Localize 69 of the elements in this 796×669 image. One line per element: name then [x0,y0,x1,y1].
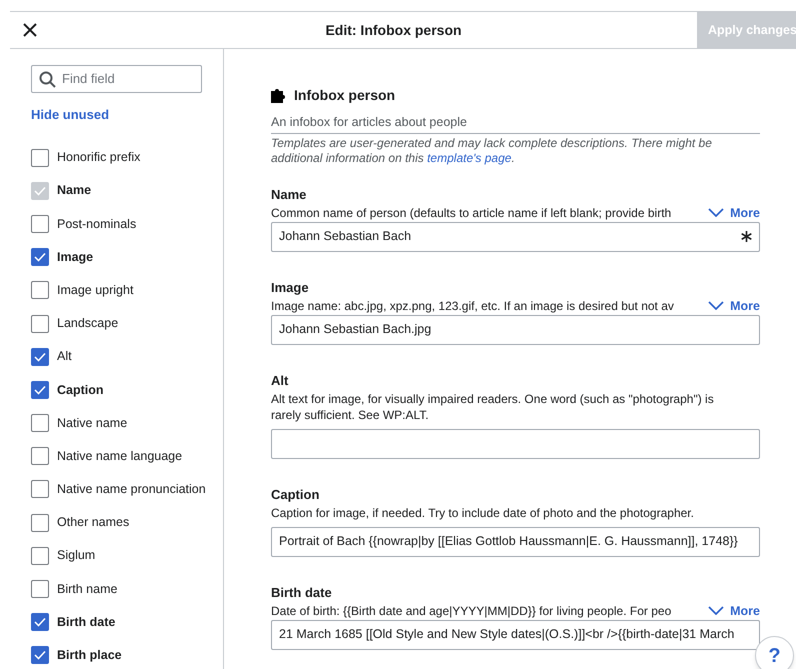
field-label[interactable]: Other names [57,513,130,532]
field-label[interactable]: Native name language [57,446,182,466]
template-page-link[interactable]: template's page [427,150,512,165]
checkbox[interactable] [31,514,49,532]
chevron-down-icon [708,208,724,218]
checkbox[interactable] [31,480,49,498]
checkbox[interactable] [31,380,49,399]
template-description: An infobox for articles about people [271,113,760,134]
param-label: Image [271,280,310,296]
field-label[interactable]: Post-nominals [57,214,136,234]
checkbox[interactable] [31,580,49,598]
checkmark-icon [34,650,46,660]
param-textarea[interactable]: 21 March 1685 [[Old Style and New Style dates|(O.S.)]]<br />{{birth-date|31 March [271,620,760,650]
help-button[interactable]: ? [755,636,794,669]
field-label[interactable]: Birth date [57,612,116,632]
param-description: Caption for image, if needed. Try to include date of photo and the photographer. [271,504,695,521]
chevron-down-icon [708,301,724,310]
field-label[interactable]: Native name [57,414,128,432]
find-field-text[interactable]: Find field [62,69,192,89]
field-label[interactable]: Alt [57,347,72,366]
field-label[interactable]: Honorific prefix [57,148,140,167]
param-label: Caption [271,486,320,503]
dialog-title: Edit: Infobox person [325,20,462,40]
param-description: Date of birth: {{Birth date and age|YYYY|MM|DD}} for living people. For peo [271,602,672,619]
checkbox[interactable] [31,348,49,366]
checkmark-icon [34,252,46,262]
checkmark-icon [34,384,46,395]
more-toggle[interactable]: More [700,602,760,619]
param-textarea[interactable]: Portrait of Bach {{nowrap|by [[Elias Gottlob Haussmann|E. G. Haussmann]], 1748}} [271,526,760,557]
field-label[interactable]: Image upright [57,280,134,300]
param-label: Birth date [271,584,333,601]
field-label[interactable]: Native name pronunciation [57,480,206,499]
field-label[interactable]: Caption [57,380,104,400]
field-label[interactable]: Siglum [57,546,96,566]
checkbox[interactable] [31,248,49,266]
chevron-down-icon [708,606,724,616]
param-input[interactable]: Johann Sebastian Bach [271,222,760,252]
param-description: Alt text for image, for visually impaired readers. One word (such as "photograph") is rarely sufficient. See WP:ALT. [271,390,715,423]
checkbox[interactable] [31,414,49,432]
find-field-input[interactable]: Find field [31,65,202,93]
checkmark-icon [34,186,46,196]
checkbox[interactable] [31,281,49,300]
checkmark-icon [34,352,46,362]
param-description: Image name: abc.jpg, xpz.png, 123.gif, etc. If an image is desired but not av [271,298,675,314]
more-toggle[interactable]: More [700,298,760,314]
field-label[interactable]: Image [57,248,94,267]
field-label[interactable]: Birth place [57,646,122,665]
puzzle-piece-icon [271,88,288,102]
hide-unused-link[interactable]: Hide unused [31,107,110,122]
checkmark-icon [34,617,46,628]
checkbox[interactable] [31,646,49,664]
field-label[interactable]: Birth name [57,580,118,598]
checkbox[interactable] [31,148,49,167]
param-label: Name [271,186,308,203]
close-icon [23,23,37,37]
param-description: Common name of person (defaults to article name if left blank; provide birth [271,204,672,221]
template-name: Infobox person [294,86,396,105]
checkbox[interactable] [31,546,49,565]
template-note: Templates are user-generated and may lack complete descriptions. There might be additional information on this template's page. [271,136,713,166]
more-toggle[interactable]: More [700,204,760,221]
checkbox[interactable] [31,314,49,333]
param-label: Alt [271,372,290,389]
checkbox[interactable] [31,613,49,632]
param-input[interactable]: Johann Sebastian Bach.jpg [271,314,760,345]
field-label[interactable]: Landscape [57,314,118,333]
param-input[interactable] [271,428,760,459]
search-icon [39,70,56,88]
checkbox[interactable] [31,447,49,466]
checkbox[interactable] [31,214,49,233]
